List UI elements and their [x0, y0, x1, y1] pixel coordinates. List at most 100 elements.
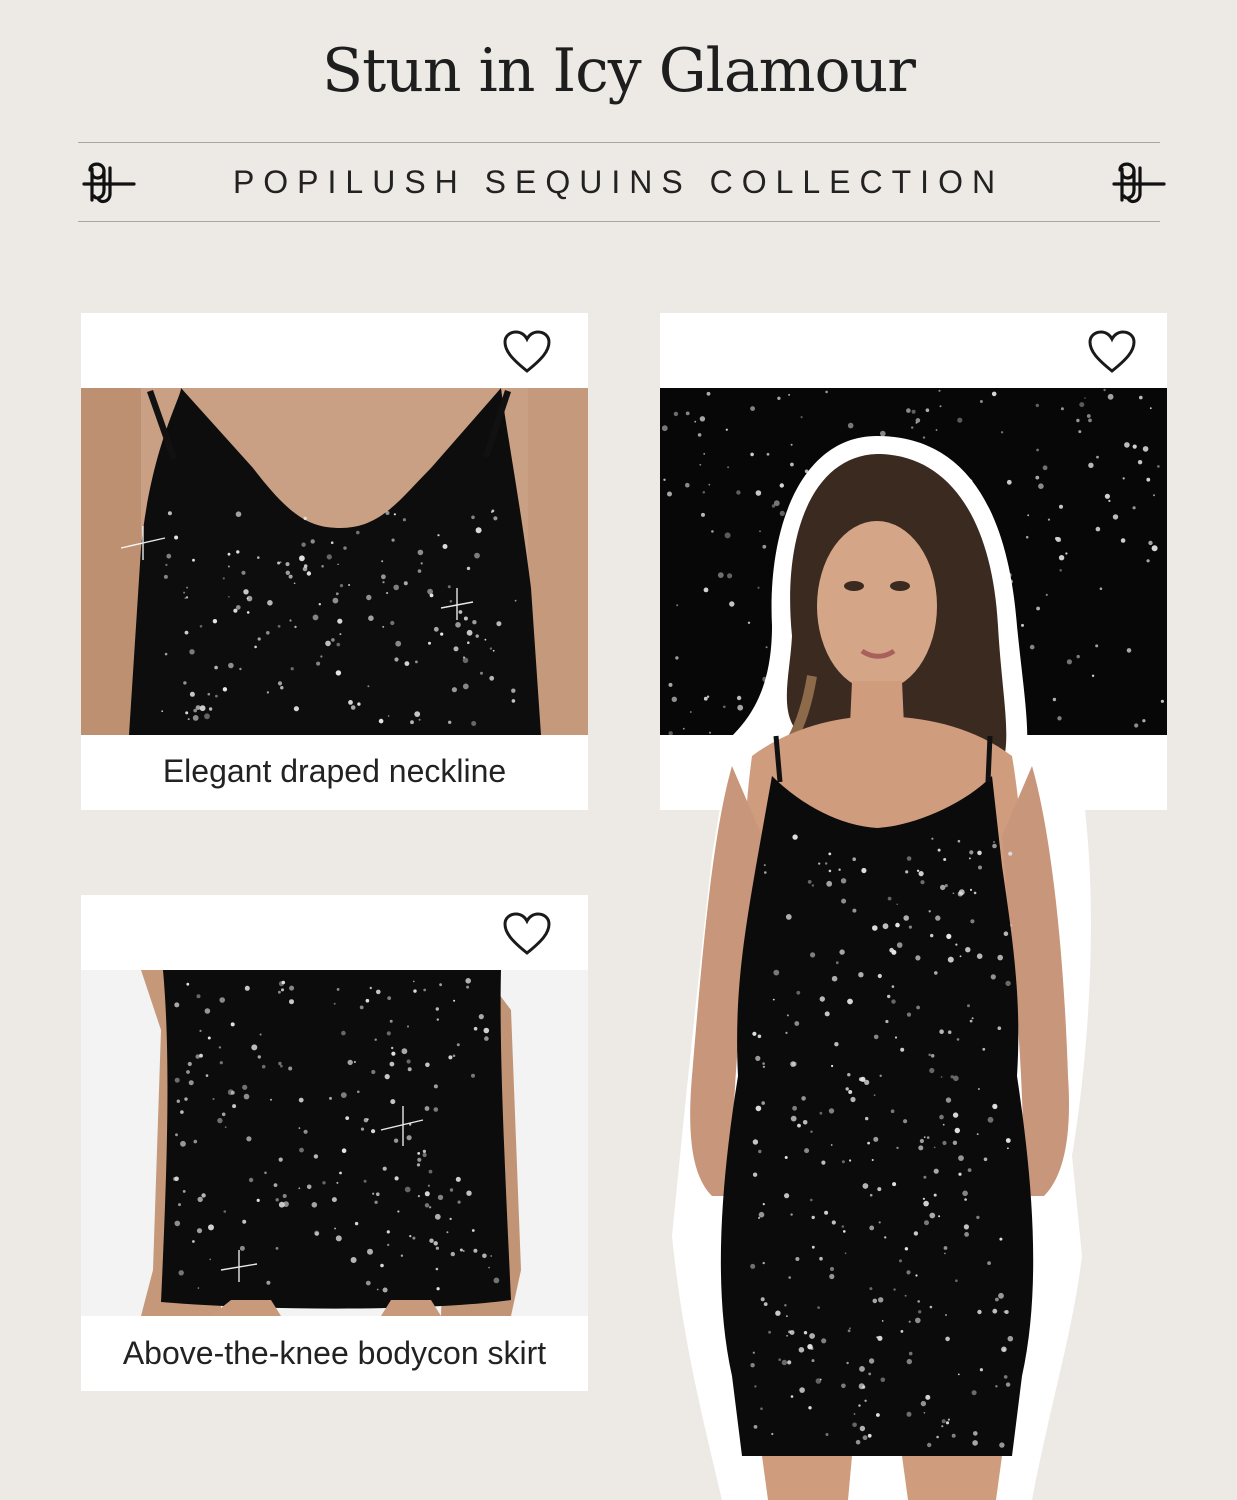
sequin-sparkle [174, 1002, 180, 1008]
sequin-sparkle [847, 422, 854, 429]
sequin-sparkle [792, 834, 798, 840]
sequin-sparkle [785, 1031, 788, 1034]
sequin-sparkle [420, 562, 423, 565]
sequin-sparkle [861, 867, 867, 874]
heart-icon[interactable] [502, 911, 552, 957]
sequin-sparkle [843, 1230, 846, 1233]
sequin-sparkle [491, 509, 495, 513]
sequin-sparkle [394, 1176, 399, 1181]
sequin-sparkle [178, 1270, 184, 1276]
sequin-sparkle [242, 1084, 248, 1090]
sequin-sparkle [357, 702, 361, 706]
sequin-sparkle [283, 1201, 289, 1207]
sequin-sparkle [815, 1378, 822, 1384]
sequin-sparkle [906, 856, 912, 861]
sequin-sparkle [208, 1224, 214, 1231]
sequin-sparkle [969, 1019, 973, 1023]
heart-icon[interactable] [502, 329, 552, 375]
sequin-sparkle [781, 1359, 788, 1366]
sequin-sparkle [927, 1442, 932, 1448]
sequin-sparkle [824, 1210, 829, 1215]
sequin-sparkle [218, 1046, 222, 1049]
sequin-sparkle [990, 974, 996, 980]
sequin-sparkle [969, 888, 973, 891]
sequin-sparkle [511, 699, 516, 703]
sequin-sparkle [193, 1139, 198, 1144]
sequin-sparkle [844, 1252, 847, 1255]
sequin-sparkle [280, 686, 284, 690]
sequin-sparkle [896, 942, 903, 948]
sequin-sparkle [337, 618, 343, 624]
sequin-sparkle [449, 1188, 454, 1192]
sequin-sparkle [887, 896, 892, 901]
sequin-sparkle [303, 564, 308, 568]
sequin-sparkle [387, 1243, 390, 1247]
sequin-sparkle [471, 1073, 475, 1078]
sequin-sparkle [199, 1029, 202, 1032]
sequin-sparkle [462, 1250, 465, 1252]
sequin-sparkle [372, 1192, 375, 1195]
sequin-sparkle [801, 1096, 806, 1101]
sequin-sparkle [876, 1413, 880, 1417]
sequin-sparkle [753, 1425, 758, 1429]
sequin-sparkle [209, 1258, 212, 1261]
sequin-sparkle [811, 1245, 815, 1249]
sequin-sparkle [280, 1064, 283, 1068]
sequin-sparkle [818, 862, 821, 865]
sequin-sparkle [920, 1400, 927, 1407]
sequin-sparkle [232, 1104, 237, 1109]
sequin-sparkle [368, 615, 374, 621]
sequin-sparkle [752, 1031, 757, 1036]
sequin-sparkle [382, 581, 385, 584]
sequin-sparkle [275, 1247, 279, 1250]
sequin-sparkle [1134, 723, 1139, 728]
sequin-sparkle [222, 577, 225, 580]
neckline-closeup-photo [81, 388, 588, 735]
sequin-sparkle [943, 1246, 948, 1250]
sequin-sparkle [890, 1109, 895, 1113]
sequin-sparkle [869, 1193, 873, 1197]
sequin-sparkle [199, 705, 206, 712]
sequin-sparkle [387, 996, 392, 1000]
sequin-sparkle [356, 530, 360, 535]
sequin-sparkle [266, 631, 270, 635]
sequin-sparkle [350, 705, 356, 710]
sequin-sparkle [184, 630, 189, 635]
sequin-sparkle [261, 1064, 266, 1069]
sequin-sparkle [389, 1019, 393, 1023]
sequin-sparkle [864, 1079, 870, 1085]
sequin-sparkle [277, 681, 283, 686]
heart-icon[interactable] [1087, 329, 1137, 375]
sequin-sparkle [427, 588, 433, 595]
sequin-sparkle [294, 625, 297, 629]
sequin-sparkle [289, 985, 295, 991]
sequin-sparkle [380, 1263, 384, 1268]
sequin-sparkle [233, 608, 238, 613]
sequin-sparkle [760, 1297, 765, 1302]
sequin-sparkle [298, 1097, 304, 1103]
sequin-sparkle [663, 478, 666, 481]
sequin-sparkle [222, 687, 228, 692]
sequin-sparkle [343, 546, 347, 550]
sequin-sparkle [973, 891, 977, 895]
sequin-sparkle [1079, 402, 1085, 408]
sequin-sparkle [923, 1412, 926, 1414]
sequin-sparkle [999, 1237, 1003, 1241]
sequin-sparkle [762, 1062, 765, 1065]
sequin-sparkle [881, 1320, 884, 1322]
sequin-sparkle [758, 1216, 761, 1219]
sequin-sparkle [962, 1190, 968, 1197]
sequin-sparkle [416, 1163, 421, 1167]
sequin-sparkle [811, 1215, 815, 1220]
sequin-sparkle [869, 1225, 875, 1231]
sequin-sparkle [466, 566, 471, 571]
sequin-sparkle [802, 1120, 808, 1125]
sequin-sparkle [825, 1433, 829, 1436]
sequin-sparkle [489, 675, 495, 681]
sequin-sparkle [1108, 499, 1111, 502]
sequin-sparkle [219, 997, 225, 1003]
sequin-sparkle [1153, 494, 1155, 497]
sequin-sparkle [207, 692, 211, 696]
sequin-sparkle [997, 954, 1003, 961]
sequin-sparkle [828, 869, 832, 873]
